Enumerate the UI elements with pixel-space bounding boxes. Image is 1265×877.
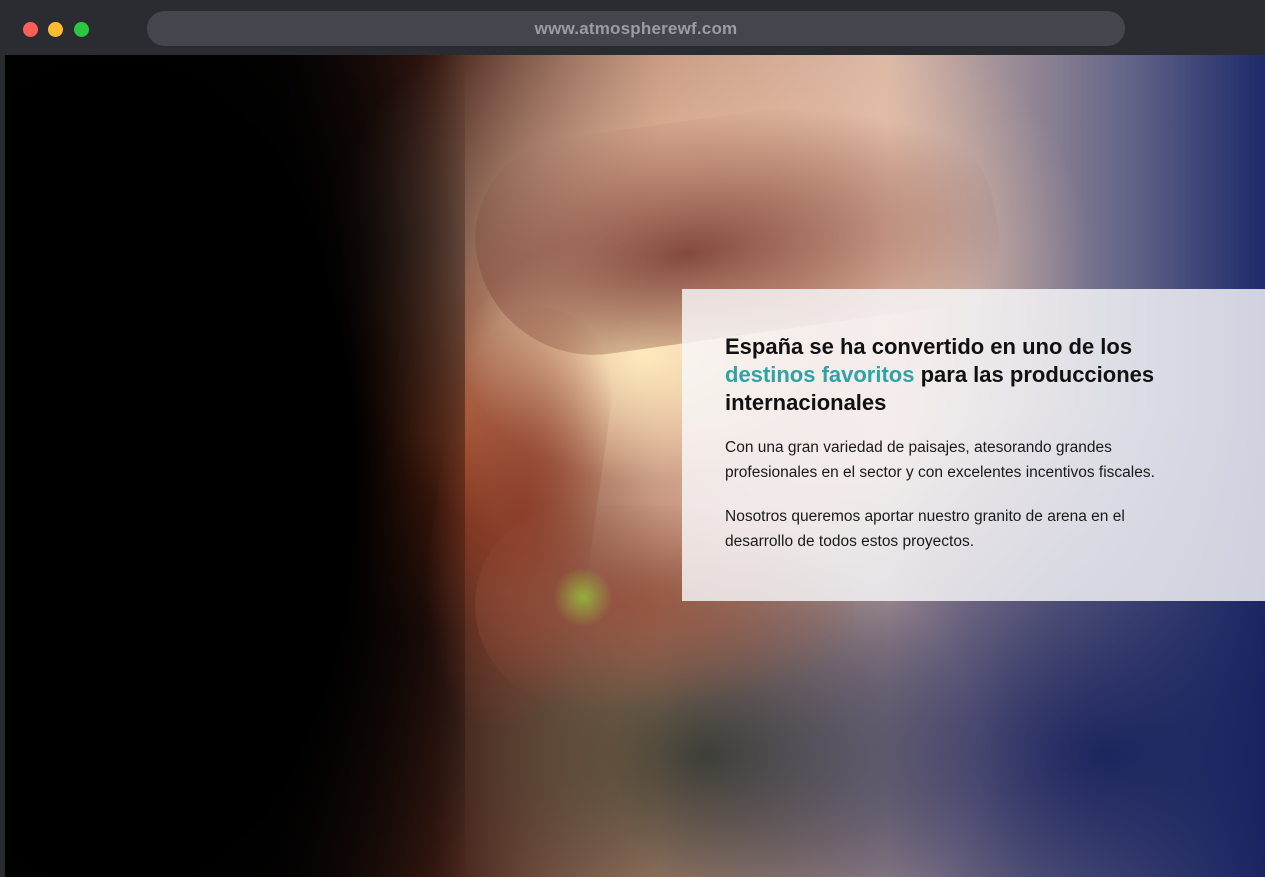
close-window-button[interactable] — [23, 22, 38, 37]
intro-heading: España se ha convertido en uno de los de… — [725, 333, 1215, 417]
maximize-window-button[interactable] — [74, 22, 89, 37]
browser-window: www.atmospherewf.com España se ha conver… — [0, 0, 1265, 877]
intro-paragraph-2: Nosotros queremos aportar nuestro granit… — [725, 508, 1125, 550]
intro-heading-part1: España se ha convertido en uno de los — [725, 334, 1133, 359]
address-bar[interactable]: www.atmospherewf.com — [147, 11, 1125, 46]
intro-paragraph-1: Con una gran variedad de paisajes, ateso… — [725, 439, 1155, 481]
hero-hair-shadow — [5, 55, 465, 877]
browser-titlebar: www.atmospherewf.com — [0, 0, 1265, 55]
intro-heading-accent: destinos favoritos — [725, 362, 915, 387]
minimize-window-button[interactable] — [48, 22, 63, 37]
lens-flare — [553, 567, 613, 627]
intro-card: España se ha convertido en uno de los de… — [682, 289, 1265, 601]
page-viewport: España se ha convertido en uno de los de… — [5, 55, 1265, 877]
